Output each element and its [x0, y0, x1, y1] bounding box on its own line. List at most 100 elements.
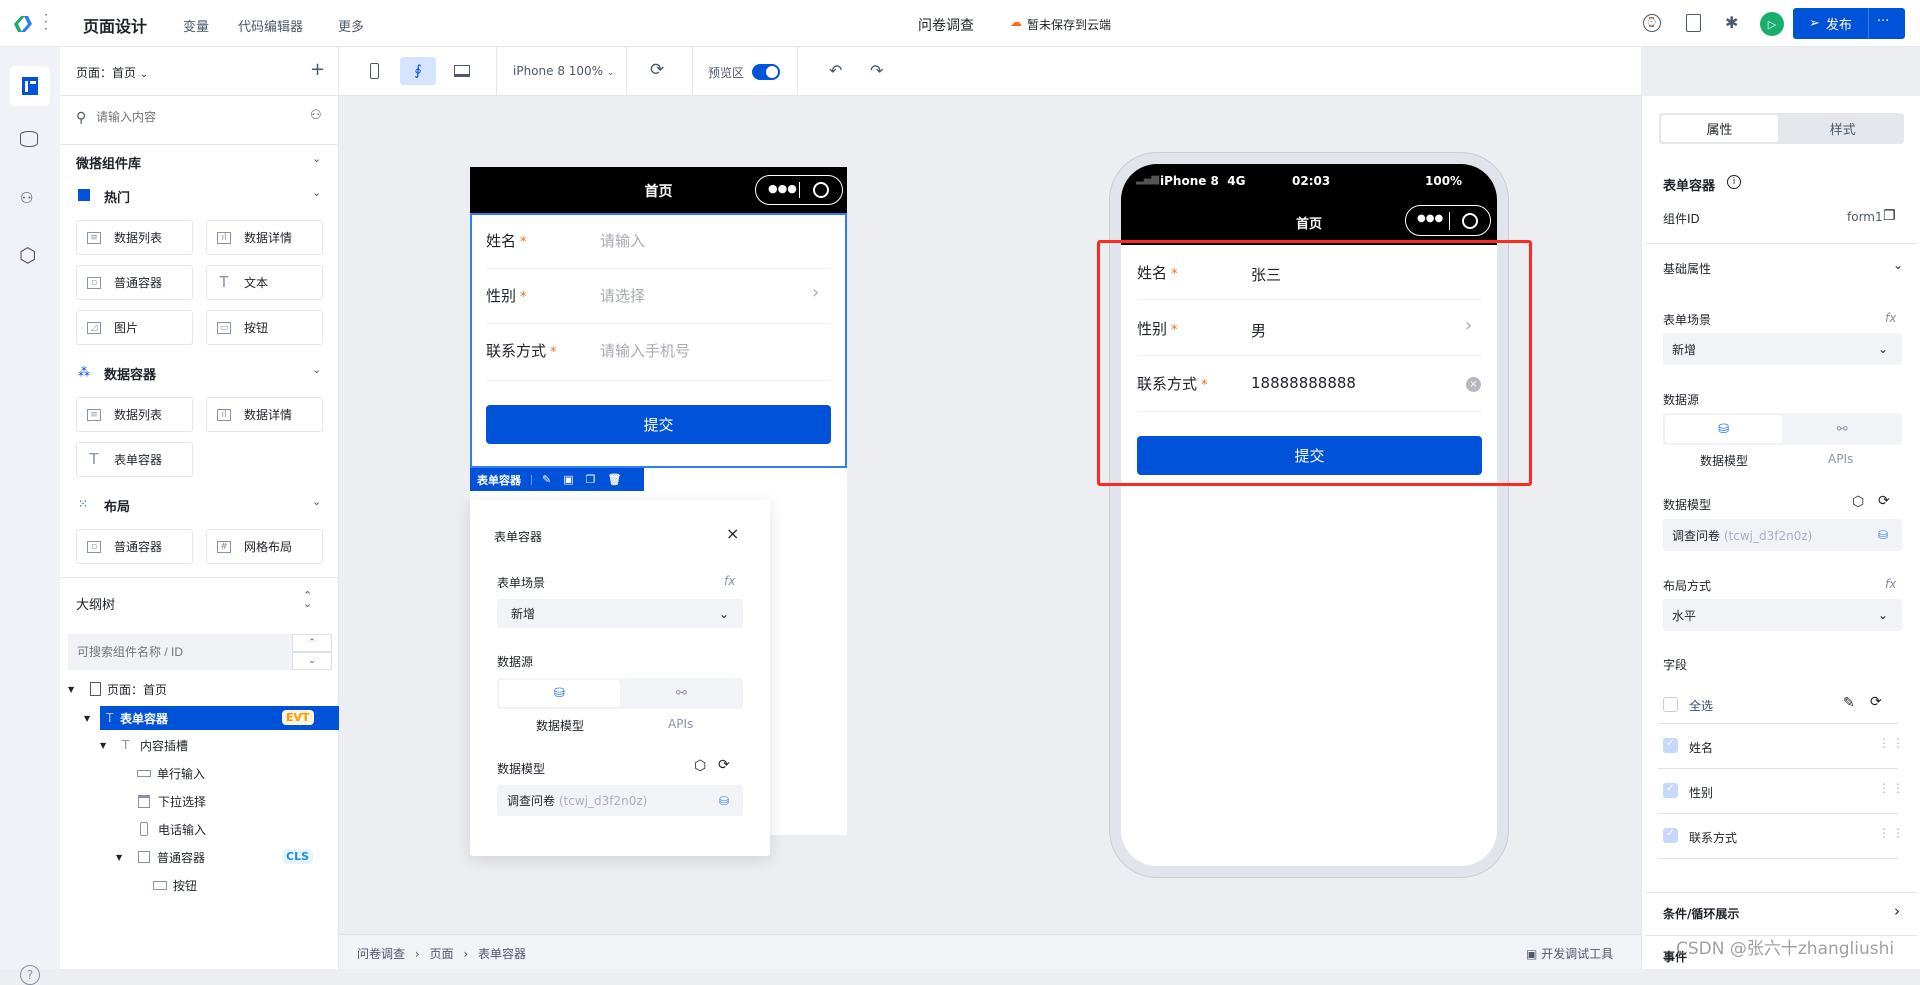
logo-icon[interactable] — [12, 14, 34, 34]
component-image[interactable]: ◿ 图片 — [76, 310, 193, 345]
copy-icon[interactable]: ❐ — [1883, 208, 1896, 224]
tree-item-phone-input[interactable]: 电话输入 — [137, 817, 206, 841]
capsule-menu[interactable]: ●●● — [1405, 205, 1491, 236]
prev-match-button[interactable]: ⌃ — [292, 634, 332, 652]
delete-icon[interactable]: 🗑 — [608, 473, 622, 486]
ds-option-apis[interactable]: APIs — [668, 717, 693, 731]
help-icon[interactable]: ? — [20, 965, 40, 985]
expand-collapse-icon[interactable]: ⌃ ⌄ — [303, 590, 312, 609]
section-basic-props[interactable]: 基础属性 — [1663, 260, 1711, 277]
select-all-checkbox[interactable] — [1663, 697, 1678, 712]
preview-toggle[interactable] — [752, 64, 780, 80]
layout-select[interactable]: 水平 ⌄ — [1663, 599, 1902, 631]
edit-icon[interactable]: ✎ — [542, 473, 551, 486]
datasource-toggle[interactable]: ⛁ ⚯ — [497, 678, 743, 709]
field-checkbox-phone[interactable]: ✓ — [1663, 828, 1678, 843]
breadcrumb-page[interactable]: 页面 — [429, 947, 453, 961]
database-icon[interactable]: ⛁ — [499, 680, 620, 707]
debug-bug-icon[interactable]: ✱ — [1725, 13, 1738, 32]
devtools-button[interactable]: ▣ 开发调试工具 — [1526, 945, 1613, 962]
database-icon[interactable]: ⛁ — [1665, 415, 1783, 443]
run-preview-button[interactable]: ▷ — [1760, 12, 1784, 36]
tab-style[interactable]: 样式 — [1782, 113, 1905, 144]
next-match-button[interactable]: ⌄ — [292, 652, 332, 670]
scene-select[interactable]: 新增 ⌄ — [497, 599, 743, 628]
chevron-down-icon[interactable]: ⌄ — [312, 495, 321, 508]
page-selector[interactable]: 页面：首页 ⌄ — [76, 64, 148, 81]
tree-item-form-container-label[interactable]: ▼ T 表单容器 — [84, 706, 168, 730]
component-container[interactable]: ▫ 普通容器 — [76, 265, 193, 300]
tree-item-dropdown[interactable]: 下拉选择 — [137, 789, 206, 813]
save-icon[interactable] — [1686, 14, 1701, 32]
nav-code-editor[interactable]: 代码编辑器 — [238, 16, 303, 35]
component-form-container[interactable]: T 表单容器 — [76, 442, 193, 477]
mobile-view-icon[interactable] — [370, 63, 379, 79]
close-icon[interactable]: × — [726, 524, 739, 543]
name-input[interactable]: 请输入 — [600, 230, 645, 251]
datasource-toggle[interactable]: ⛁ ⚯ — [1663, 413, 1902, 445]
drag-handle-icon[interactable]: ⋮⋮ — [1878, 826, 1906, 840]
publish-button[interactable]: ➢ 发布 ··· — [1793, 8, 1905, 39]
desktop-view-icon[interactable] — [454, 65, 470, 77]
outline-search-input[interactable] — [68, 634, 292, 670]
chevron-right-icon[interactable]: › — [1894, 902, 1900, 920]
component-container[interactable]: ▫ 普通容器 — [76, 529, 193, 564]
model-select[interactable]: 调查问卷 (tcwj_d3f2n0z) ⛁ — [497, 785, 743, 816]
tab-properties[interactable]: 属性 — [1661, 115, 1778, 142]
component-data-list[interactable]: ≡ 数据列表 — [76, 220, 193, 255]
scene-select[interactable]: 新增 ⌄ — [1663, 333, 1902, 365]
field-checkbox-gender[interactable]: ✓ — [1663, 783, 1678, 798]
fx-icon[interactable]: fx — [1885, 311, 1896, 325]
tree-item-single-input[interactable]: 单行输入 — [137, 761, 205, 785]
component-data-detail[interactable]: ıl 数据详情 — [206, 397, 323, 432]
responsive-view-button[interactable]: ∮ — [400, 57, 436, 85]
tree-item-container[interactable]: ▼ 普通容器 — [116, 845, 205, 869]
chevron-down-icon[interactable]: ⌄ — [312, 363, 321, 376]
component-tree-icon[interactable]: ⚇ — [310, 108, 322, 123]
tree-item-slot[interactable]: ▼ T 内容插槽 — [100, 733, 188, 757]
publish-more-button[interactable]: ··· — [1877, 14, 1889, 29]
model-refresh-icon[interactable]: ⟳ — [1878, 493, 1890, 509]
refresh-fields-icon[interactable]: ⟳ — [1870, 694, 1882, 710]
gender-select[interactable]: 请选择 — [600, 285, 645, 306]
save-icon[interactable]: ▣ — [563, 473, 573, 486]
device-zoom-select[interactable]: iPhone 8 100% ⌄ — [513, 64, 614, 78]
tree-item-page[interactable]: ▼ 页面：首页 — [68, 677, 167, 701]
refresh-icon[interactable]: ⟳ — [650, 60, 664, 80]
app-menu-icon[interactable]: · · · — [44, 9, 48, 35]
component-data-list[interactable]: ≡ 数据列表 — [76, 397, 193, 432]
chevron-down-icon[interactable]: ⌄ — [312, 186, 321, 199]
drag-handle-icon[interactable]: ⋮⋮ — [1878, 781, 1906, 795]
drag-handle-icon[interactable]: ⋮⋮ — [1878, 736, 1906, 750]
field-checkbox-name[interactable]: ✓ — [1663, 738, 1678, 753]
select-all-label[interactable]: 全选 — [1689, 697, 1713, 714]
undo-icon[interactable]: ↶ — [829, 61, 842, 80]
shapes-icon[interactable]: ⚇ — [20, 189, 33, 207]
history-icon[interactable]: ⌚ — [1643, 14, 1661, 32]
component-search-input[interactable] — [96, 105, 276, 129]
model-select[interactable]: 调查问卷 (tcwj_d3f2n0z) ⛁ — [1663, 519, 1902, 551]
api-link-icon[interactable]: ⚯ — [620, 678, 743, 709]
database-icon[interactable] — [20, 131, 38, 147]
chevron-down-icon[interactable]: ⌄ — [312, 152, 321, 165]
component-data-detail[interactable]: ıl 数据详情 — [206, 220, 323, 255]
add-page-button[interactable]: + — [310, 59, 325, 80]
component-text[interactable]: T 文本 — [206, 265, 323, 300]
nav-more[interactable]: 更多 — [338, 16, 364, 35]
nav-variables[interactable]: 变量 — [183, 16, 209, 35]
submit-button[interactable]: 提交 — [486, 405, 831, 444]
ds-option-apis[interactable]: APIs — [1828, 452, 1853, 466]
rail-page-design[interactable] — [10, 66, 50, 106]
settings-hex-icon[interactable]: ⬡ — [19, 243, 36, 267]
edit-fields-icon[interactable]: ✎ — [1843, 695, 1855, 711]
chevron-down-icon[interactable]: ⌄ — [1893, 258, 1903, 272]
capsule-menu[interactable]: ●●● — [755, 175, 843, 205]
ds-option-model[interactable]: 数据模型 — [536, 717, 584, 734]
model-settings-icon[interactable]: ⬡ — [1852, 494, 1864, 510]
section-condition-loop[interactable]: 条件/循环展示 — [1663, 905, 1739, 922]
tree-item-button[interactable]: 按钮 — [153, 873, 197, 897]
model-refresh-icon[interactable]: ⟳ — [718, 757, 730, 773]
copy-icon[interactable]: ❐ — [586, 473, 596, 486]
breadcrumb-component[interactable]: 表单容器 — [478, 947, 526, 961]
component-button[interactable]: ▭ 按钮 — [206, 310, 323, 345]
